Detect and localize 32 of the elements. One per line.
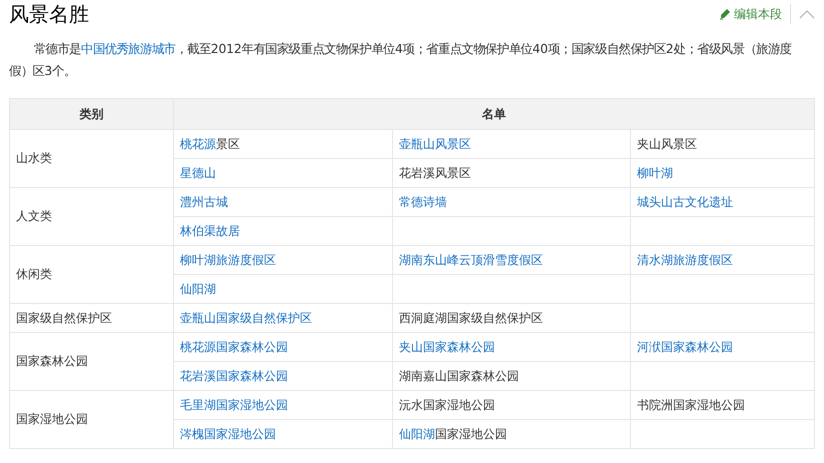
category-cell: 国家级自然保护区 (16, 310, 112, 324)
link[interactable]: 中国优秀旅游城市 (81, 41, 176, 56)
table-cell: 仙阳湖国家湿地公园 (399, 426, 507, 440)
section-title: 风景名胜 (9, 0, 89, 28)
category-cell: 国家森林公园 (16, 354, 88, 368)
edit-section-link[interactable]: 编辑本段 (719, 6, 782, 22)
column-header: 类别 (80, 106, 104, 120)
table-cell: 桃花源景区 (180, 136, 240, 150)
column-header: 名单 (482, 106, 506, 120)
pencil-icon (719, 8, 731, 20)
category-cell: 国家湿地公园 (16, 412, 88, 426)
link[interactable]: 壶瓶山风景区 (399, 136, 471, 150)
table-cell: 花岩溪风景区 (399, 166, 471, 180)
intro-paragraph: 常德市是中国优秀旅游城市，截至2012年有国家级重点文物保护单位4项；省重点文物保护单位40项；国家级自然保护区2处；省级风景（旅游度假）区3个。 (9, 40, 792, 80)
category-cell: 山水类 (16, 151, 52, 165)
collapse-icon[interactable] (799, 9, 815, 19)
link[interactable]: 柳叶湖 (637, 166, 673, 180)
link[interactable]: 林伯渠故居 (180, 224, 240, 238)
table-cell: 沅水国家湿地公园 (399, 398, 495, 412)
link[interactable]: 澧州古城 (180, 194, 228, 208)
link[interactable]: 常德诗墙 (399, 194, 447, 208)
link[interactable]: 星德山 (180, 166, 216, 180)
category-cell: 人文类 (16, 209, 52, 223)
link[interactable]: 仙阳湖 (399, 426, 435, 440)
category-cell: 休闲类 (16, 267, 52, 281)
link[interactable]: 夹山国家森林公园 (399, 340, 495, 354)
link[interactable]: 桃花源 (180, 136, 216, 150)
table-cell: 书院洲国家湿地公园 (637, 398, 745, 412)
table-cell: 西洞庭湖国家级自然保护区 (399, 310, 543, 324)
table-cell: 湖南嘉山国家森林公园 (399, 368, 519, 382)
table-cell: 夹山风景区 (637, 136, 697, 150)
link[interactable]: 仙阳湖 (180, 282, 216, 296)
